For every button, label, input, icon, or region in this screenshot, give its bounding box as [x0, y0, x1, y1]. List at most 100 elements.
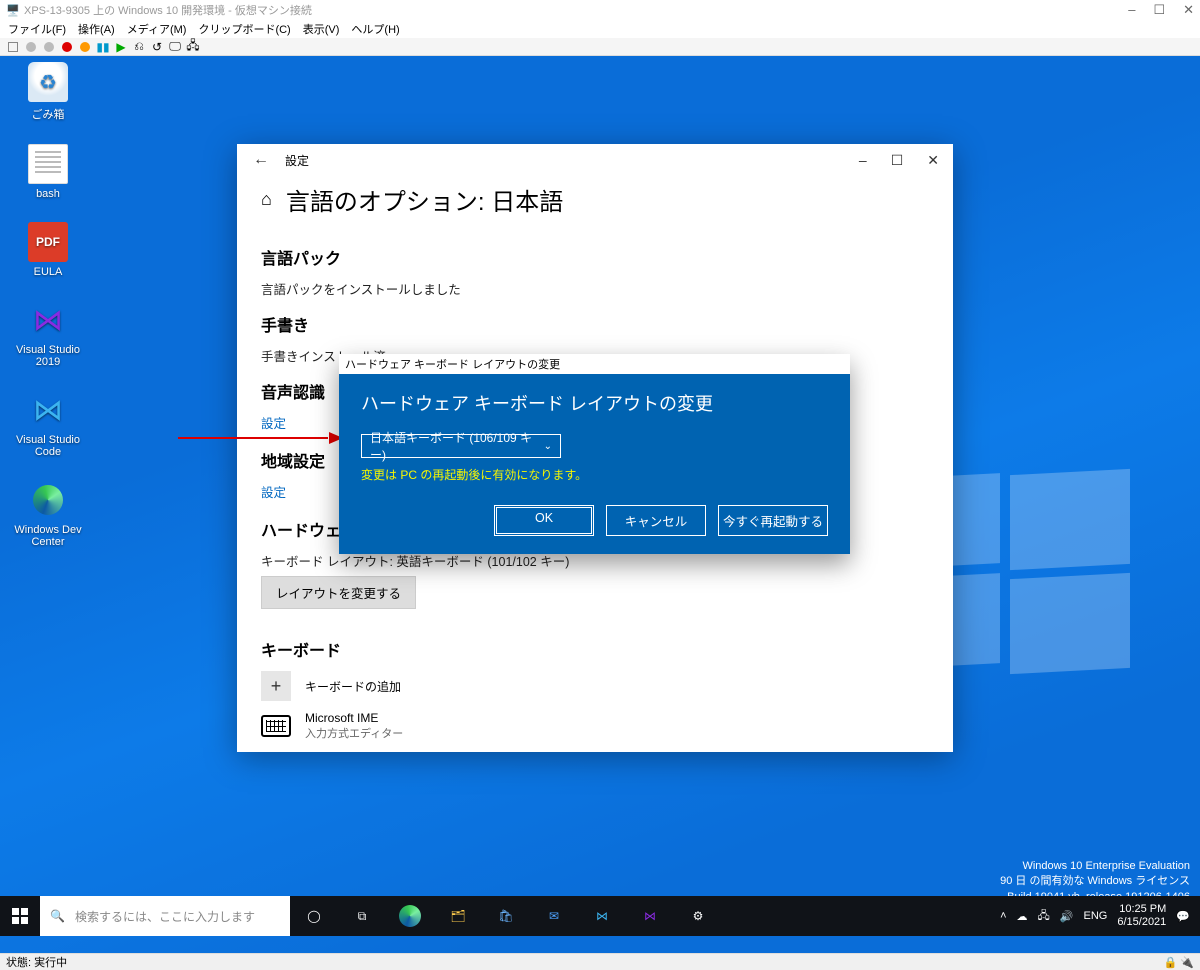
host-status-text: 状態: 実行中: [6, 954, 67, 970]
back-button[interactable]: ←: [245, 151, 277, 169]
taskbar-apps: ◯ ⧉ 🗂 🛍 ✉ ⋈ ⋈ ⚙: [290, 896, 722, 936]
settings-minimize-button[interactable]: –: [859, 152, 867, 169]
menu-action[interactable]: 操作(A): [78, 21, 115, 37]
settings-titlebar[interactable]: ← 設定 – ☐ ✕: [237, 144, 953, 176]
watermark-line: 90 日 の間有効な Windows ライセンス: [1000, 874, 1190, 889]
dialog-titlebar[interactable]: ハードウェア キーボード レイアウトの変更: [339, 354, 850, 374]
tray-lang[interactable]: ENG: [1084, 910, 1108, 922]
annotation-arrow: [178, 432, 343, 444]
ime-row[interactable]: Microsoft IME 入力方式エディター: [261, 711, 929, 741]
host-status-icon: 🔒 🔌: [1164, 956, 1194, 969]
desktop-icon-devcenter[interactable]: Windows Dev Center: [8, 480, 88, 548]
desktop-icon-label: Windows Dev Center: [8, 524, 88, 548]
toolbar-revert-icon[interactable]: ↺: [150, 40, 164, 54]
tray-network-icon[interactable]: 🖧: [1038, 907, 1050, 926]
host-maximize-button[interactable]: ☐: [1153, 2, 1165, 18]
tray-volume-icon[interactable]: 🔊: [1060, 910, 1074, 923]
host-toolbar: ▮▮ ▶ ⎌ ↺ 🖵 🖧: [0, 38, 1200, 56]
vscode-icon: ⋈: [28, 390, 68, 430]
menu-file[interactable]: ファイル(F): [8, 21, 66, 37]
action-center-icon[interactable]: 💬: [1176, 910, 1190, 923]
taskbar-clock[interactable]: 10:25 PM 6/15/2021: [1117, 903, 1166, 929]
vscode-taskbar-icon[interactable]: ⋈: [578, 896, 626, 936]
desktop-icon-vscode[interactable]: ⋈ Visual Studio Code: [8, 390, 88, 458]
settings-maximize-button[interactable]: ☐: [891, 152, 904, 169]
toolbar-share-icon[interactable]: 🖧: [186, 40, 200, 54]
keyboard-icon: [261, 715, 291, 737]
clock-date: 6/15/2021: [1117, 916, 1166, 929]
keyboard-layout-dialog: ハードウェア キーボード レイアウトの変更 ハードウェア キーボード レイアウト…: [339, 354, 850, 554]
visual-studio-icon: ⋈: [28, 300, 68, 340]
desktop-icon-label: ごみ箱: [32, 106, 65, 122]
desktop-icon-bash[interactable]: bash: [8, 144, 88, 200]
desktop-icon-eula[interactable]: PDF EULA: [8, 222, 88, 278]
keyboard-layout-combo[interactable]: 日本語キーボード (106/109 キー) ⌄: [361, 434, 561, 458]
toolbar-btn[interactable]: [78, 40, 92, 54]
host-close-button[interactable]: ✕: [1183, 2, 1194, 18]
host-status-bar: 状態: 実行中 🔒 🔌: [0, 953, 1200, 970]
menu-help[interactable]: ヘルプ(H): [351, 21, 399, 37]
tray-chevron-icon[interactable]: ˄: [1000, 910, 1006, 922]
host-titlebar: 🖥️ XPS-13-9305 上の Windows 10 開発環境 - 仮想マシ…: [0, 0, 1200, 20]
add-keyboard-label: キーボードの追加: [305, 678, 401, 695]
toolbar-play-icon[interactable]: ▶: [114, 40, 128, 54]
taskview-button[interactable]: ◯: [290, 896, 338, 936]
restart-now-button[interactable]: 今すぐ再起動する: [718, 505, 828, 536]
menu-view[interactable]: 表示(V): [303, 21, 340, 37]
taskbar-search[interactable]: 🔍 検索するには、ここに入力します: [40, 896, 290, 936]
search-icon: 🔍: [50, 909, 65, 923]
tray-onedrive-icon[interactable]: ☁: [1017, 910, 1028, 923]
toolbar-enhanced-icon[interactable]: 🖵: [168, 40, 182, 54]
toolbar-btn[interactable]: [42, 40, 56, 54]
store-icon[interactable]: 🛍: [482, 896, 530, 936]
explorer-icon[interactable]: 🗂: [434, 896, 482, 936]
toolbar-btn[interactable]: [24, 40, 38, 54]
host-minimize-button[interactable]: –: [1128, 2, 1135, 18]
desktop-icon-label: Visual Studio 2019: [8, 344, 88, 368]
toolbar-btn[interactable]: [6, 40, 20, 54]
section-keyboard: キーボード: [261, 637, 929, 661]
edge-taskbar-icon[interactable]: [386, 896, 434, 936]
clock-time: 10:25 PM: [1117, 903, 1166, 916]
section-language-pack: 言語パック: [261, 245, 929, 269]
desktop-icon-vs2019[interactable]: ⋈ Visual Studio 2019: [8, 300, 88, 368]
edge-icon: [28, 480, 68, 520]
restart-warning: 変更は PC の再起動後に有効になります。: [361, 466, 828, 483]
taskbar: 🔍 検索するには、ここに入力します ◯ ⧉ 🗂 🛍 ✉ ⋈ ⋈ ⚙ ˄ ☁ 🖧 …: [0, 896, 1200, 936]
chevron-down-icon: ⌄: [544, 441, 552, 452]
guest-desktop[interactable]: ♻ ごみ箱 bash PDF EULA ⋈ Visual Studio 2019…: [0, 56, 1200, 953]
dialog-heading: ハードウェア キーボード レイアウトの変更: [361, 390, 828, 416]
vs-taskbar-icon[interactable]: ⋈: [626, 896, 674, 936]
toolbar-pause-icon[interactable]: ▮▮: [96, 40, 110, 54]
language-pack-status: 言語パックをインストールしました: [261, 279, 929, 298]
toolbar-snapshot-icon[interactable]: ⎌: [132, 40, 146, 54]
cortana-button[interactable]: ⧉: [338, 896, 386, 936]
host-title: XPS-13-9305 上の Windows 10 開発環境 - 仮想マシン接続: [24, 2, 1128, 18]
ok-button[interactable]: OK: [494, 505, 594, 536]
start-button[interactable]: [0, 896, 40, 936]
menu-media[interactable]: メディア(M): [127, 21, 187, 37]
desktop-icon-label: Visual Studio Code: [8, 434, 88, 458]
settings-window-label: 設定: [285, 152, 309, 169]
add-keyboard-row[interactable]: + キーボードの追加: [261, 671, 929, 701]
text-file-icon: [28, 144, 68, 184]
settings-taskbar-icon[interactable]: ⚙: [674, 896, 722, 936]
cancel-button[interactable]: キャンセル: [606, 505, 706, 536]
page-title: 言語のオプション: 日本語: [286, 182, 563, 217]
menu-clipboard[interactable]: クリップボード(C): [198, 21, 290, 37]
desktop-icon-label: EULA: [34, 266, 63, 278]
desktop-icon-label: bash: [36, 188, 60, 200]
combo-value: 日本語キーボード (106/109 キー): [370, 429, 544, 463]
home-icon[interactable]: ⌂: [261, 189, 272, 210]
watermark-line: Windows 10 Enterprise Evaluation: [1000, 859, 1190, 874]
change-layout-button[interactable]: レイアウトを変更する: [261, 576, 416, 609]
toolbar-btn[interactable]: [60, 40, 74, 54]
ime-name: Microsoft IME: [305, 711, 403, 725]
desktop-icons: ♻ ごみ箱 bash PDF EULA ⋈ Visual Studio 2019…: [8, 62, 88, 570]
hyperv-icon: 🖥️: [6, 4, 18, 16]
pdf-icon: PDF: [28, 222, 68, 262]
system-tray: ˄ ☁ 🖧 🔊 ENG 10:25 PM 6/15/2021 💬: [990, 903, 1200, 929]
desktop-icon-recycle[interactable]: ♻ ごみ箱: [8, 62, 88, 122]
settings-close-button[interactable]: ✕: [927, 152, 939, 169]
mail-icon[interactable]: ✉: [530, 896, 578, 936]
